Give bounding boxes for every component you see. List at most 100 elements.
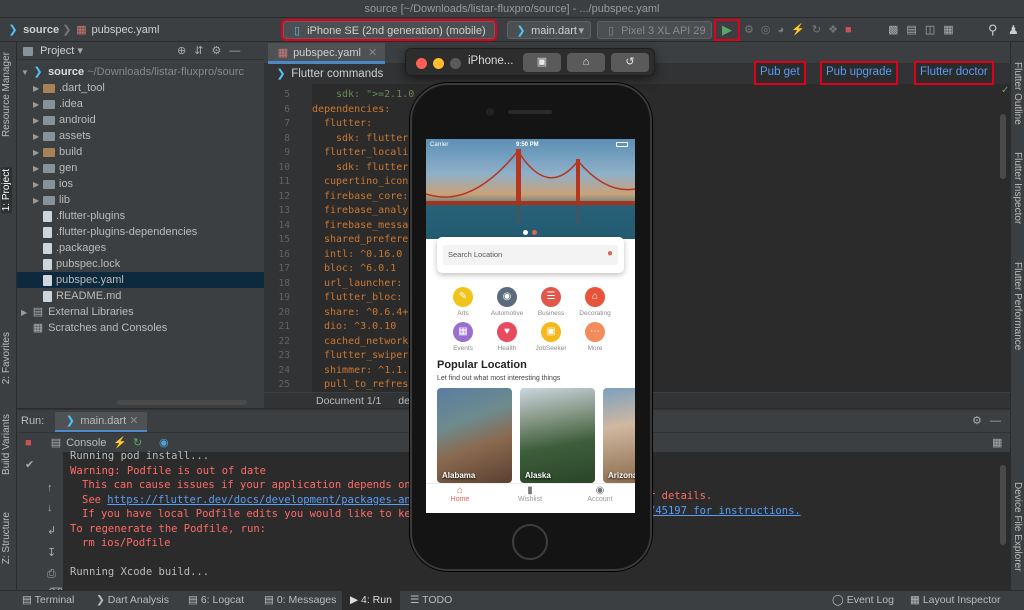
close-icon[interactable]: ✕ [129, 415, 138, 427]
category-item[interactable]: ⋯ More [575, 322, 615, 352]
status-todo[interactable]: ☰ TODO [410, 591, 452, 610]
tree-item[interactable]: .flutter-plugins [17, 208, 264, 224]
profile-icon[interactable]: ◎ [761, 24, 778, 36]
expand-arrow-icon[interactable]: ▶ [33, 113, 43, 129]
hot-reload-icon[interactable]: ⚡ [791, 24, 812, 36]
screenshot-button[interactable]: ▣ [523, 53, 561, 72]
instructions-link[interactable]: /45197 for instructions. [649, 505, 801, 517]
category-item[interactable]: ⌂ Decorating [575, 287, 615, 317]
home-button[interactable]: ⌂ [567, 53, 605, 72]
tree-item[interactable]: ▶ build [17, 144, 264, 160]
minimize-icon[interactable]: — [229, 45, 248, 57]
expand-arrow-icon[interactable]: ▼ [21, 65, 31, 81]
status-event-log[interactable]: ◯ Event Log [832, 591, 894, 610]
run-config-tab[interactable]: ❯ main.dart ✕ [55, 412, 147, 432]
phone-home-button[interactable] [512, 524, 548, 560]
expand-arrow-icon[interactable]: ▶ [33, 161, 43, 177]
pub-upgrade-link[interactable]: Pub upgrade [820, 61, 898, 85]
tree-item[interactable]: ▶ assets [17, 128, 264, 144]
device-manager-icon[interactable]: ▩ [888, 24, 906, 36]
stop-icon[interactable]: ■ [845, 24, 859, 36]
vertical-scrollbar[interactable] [1000, 114, 1006, 179]
run-button[interactable]: ▶ [714, 19, 740, 41]
tool-structure[interactable]: Z: Structure [1, 512, 12, 564]
gear-icon[interactable]: ⚙ [211, 45, 229, 57]
breadcrumb-file[interactable]: pubspec.yaml [92, 24, 160, 36]
tree-external-libraries[interactable]: ▶ ▤ External Libraries [17, 304, 264, 320]
nav-account[interactable]: ◉ Account [575, 485, 625, 503]
tool-build-variants[interactable]: Build Variants [1, 414, 12, 475]
rotate-button[interactable]: ↺ [611, 53, 649, 72]
location-pin-icon[interactable]: ● [607, 248, 613, 259]
status-layout-inspector[interactable]: ▦ Layout Inspector [910, 591, 1000, 610]
location-card[interactable]: Arizona [603, 388, 635, 483]
debug-icon[interactable]: ⚙ [744, 24, 761, 36]
tree-item[interactable]: README.md [17, 288, 264, 304]
category-item[interactable]: ✎ Arts [443, 287, 483, 317]
tab-pubspec-yaml[interactable]: ▦ pubspec.yaml ✕ [268, 43, 386, 64]
tree-item[interactable]: .flutter-plugins-dependencies [17, 224, 264, 240]
expand-arrow-icon[interactable]: ▶ [33, 145, 43, 161]
status-terminal[interactable]: ▤ Terminal [22, 591, 74, 610]
layout-icon[interactable]: ▦ [943, 24, 961, 36]
category-item[interactable]: ☰ Business [531, 287, 571, 317]
console-scrollbar[interactable] [1000, 465, 1006, 545]
status-run[interactable]: ▶ 4: Run [342, 591, 400, 610]
tool-flutter-outline[interactable]: Flutter Outline [1012, 62, 1023, 125]
expand-arrow-icon[interactable]: ▶ [33, 81, 43, 97]
status-logcat[interactable]: ▤ 6: Logcat [188, 591, 244, 610]
tree-item[interactable]: ▶ lib [17, 192, 264, 208]
zoom-window-button[interactable] [450, 58, 461, 69]
category-item[interactable]: ▣ JobSeeker [531, 322, 571, 352]
tree-item[interactable]: ▶ .dart_tool [17, 80, 264, 96]
run-config-selector[interactable]: ❯ main.dart ▾ [507, 21, 591, 39]
expand-arrow-icon[interactable]: ▶ [33, 177, 43, 193]
tree-item[interactable]: ▶ gen [17, 160, 264, 176]
carousel-dot[interactable] [532, 230, 537, 235]
layout-toggle-icon[interactable]: ▦ [992, 433, 1002, 453]
sdk-manager-icon[interactable]: ▤ [906, 24, 924, 36]
horizontal-scrollbar[interactable] [117, 400, 247, 405]
minimize-window-button[interactable] [433, 58, 444, 69]
search-input[interactable]: Search Location ● [443, 245, 618, 265]
tree-item[interactable]: ▶ .idea [17, 96, 264, 112]
carousel-dot[interactable] [523, 230, 528, 235]
stop-icon[interactable]: ■ [25, 433, 32, 453]
pub-get-link[interactable]: Pub get [754, 61, 806, 85]
expand-arrow-icon[interactable]: ▶ [33, 129, 43, 145]
structure-icon[interactable]: ◫ [925, 24, 943, 36]
collapse-icon[interactable]: ⇵ [194, 45, 211, 57]
tree-root[interactable]: ▼ ❯ source ~/Downloads/listar-fluxpro/sou… [17, 64, 264, 80]
tree-scratches[interactable]: ▦ Scratches and Consoles [17, 320, 264, 336]
tree-item[interactable]: pubspec.lock [17, 256, 264, 272]
tool-project[interactable]: 1: Project [1, 167, 12, 214]
hero-banner[interactable]: Carrier 9:50 PM [426, 139, 635, 239]
location-card[interactable]: Alaska [520, 388, 595, 483]
tool-favorites[interactable]: 2: Favorites [1, 332, 12, 384]
status-dart-analysis[interactable]: ❯ Dart Analysis [96, 591, 169, 610]
location-card[interactable]: Alabama [437, 388, 512, 483]
chevron-down-icon[interactable]: ▾ [77, 45, 83, 57]
category-item[interactable]: ◉ Automotive [487, 287, 527, 317]
expand-arrow-icon[interactable]: ▶ [33, 97, 43, 113]
tree-item[interactable]: .packages [17, 240, 264, 256]
coverage-icon[interactable]: ◕ [777, 24, 791, 36]
docs-link[interactable]: https://flutter.dev/docs/development/pac… [107, 494, 455, 506]
minimize-icon[interactable]: — [990, 415, 1009, 427]
gear-icon[interactable]: ⚙ [972, 415, 990, 427]
tool-flutter-performance[interactable]: Flutter Performance [1012, 262, 1023, 350]
account-icon[interactable]: ♟ [1008, 21, 1019, 39]
document-crumb[interactable]: de [398, 395, 410, 407]
locate-icon[interactable]: ⊕ [177, 45, 194, 57]
tool-flutter-inspector[interactable]: Flutter Inspector [1012, 152, 1023, 224]
category-item[interactable]: ♥ Health [487, 322, 527, 352]
breadcrumb-project[interactable]: source [23, 24, 59, 36]
expand-arrow-icon[interactable]: ▶ [33, 193, 43, 209]
tool-resource-manager[interactable]: Resource Manager [1, 52, 12, 137]
device-selector[interactable]: ▯ iPhone SE (2nd generation) (mobile) ▾ [281, 19, 497, 55]
project-view-selector[interactable]: Project [40, 45, 74, 57]
tool-device-file-explorer[interactable]: Device File Explorer [1012, 482, 1023, 571]
expand-arrow-icon[interactable]: ▶ [21, 305, 31, 321]
emulator-selector[interactable]: ▯ Pixel 3 XL API 29 ▾ [597, 21, 712, 55]
search-icon[interactable]: ⚲ [988, 21, 998, 39]
